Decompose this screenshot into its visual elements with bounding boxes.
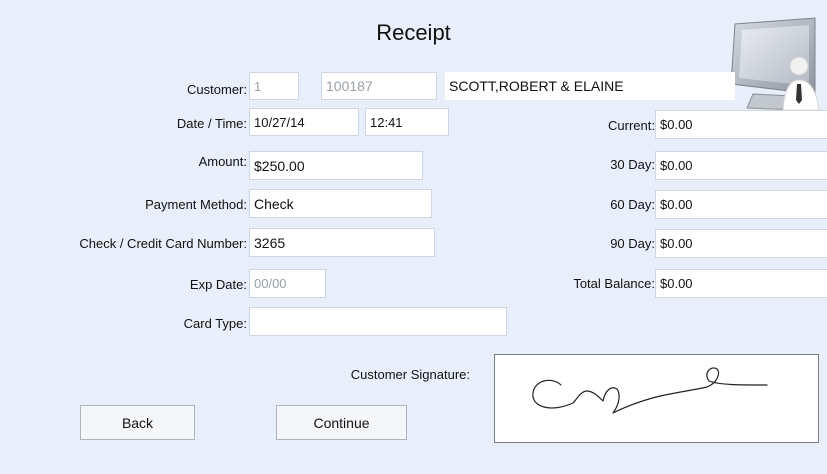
day30-label: 30 Day: xyxy=(610,157,655,172)
payment-method-label: Payment Method: xyxy=(145,197,247,212)
card-number-field[interactable]: 3265 xyxy=(249,228,435,257)
computer-user-icon xyxy=(723,14,823,124)
current-field[interactable]: $0.00 xyxy=(655,110,827,139)
exp-date-label: Exp Date: xyxy=(189,277,247,292)
day90-label: 90 Day: xyxy=(610,236,655,251)
day90-field[interactable]: $0.00 xyxy=(655,229,827,258)
day60-field[interactable]: $0.00 xyxy=(655,190,827,219)
customer-name-field[interactable]: SCOTT,ROBERT & ELAINE xyxy=(445,72,735,100)
customer-label: Customer: xyxy=(187,82,247,97)
continue-button[interactable]: Continue xyxy=(276,405,407,440)
total-balance-field[interactable]: $0.00 xyxy=(655,269,827,298)
current-label: Current: xyxy=(608,118,655,133)
back-button[interactable]: Back xyxy=(80,405,195,440)
customer-number-field[interactable]: 1 xyxy=(249,72,299,100)
signature-pad[interactable] xyxy=(494,354,819,443)
card-number-label: Check / Credit Card Number: xyxy=(79,236,247,251)
signature-stroke xyxy=(532,367,768,414)
customer-id-field[interactable]: 100187 xyxy=(321,72,437,100)
day30-field[interactable]: $0.00 xyxy=(655,151,827,180)
signature-label: Customer Signature: xyxy=(350,367,470,382)
total-balance-label: Total Balance: xyxy=(573,276,655,291)
date-field[interactable]: 10/27/14 xyxy=(249,108,359,136)
card-type-field[interactable] xyxy=(249,307,507,336)
amount-field[interactable]: $250.00 xyxy=(249,151,423,180)
exp-date-field[interactable]: 00/00 xyxy=(249,269,326,298)
datetime-label: Date / Time: xyxy=(176,116,247,131)
amount-label: Amount: xyxy=(198,154,247,169)
payment-method-field[interactable]: Check xyxy=(249,189,432,218)
day60-label: 60 Day: xyxy=(610,197,655,212)
time-field[interactable]: 12:41 xyxy=(365,108,449,136)
page-title: Receipt xyxy=(376,20,451,45)
card-type-label: Card Type: xyxy=(183,316,247,331)
